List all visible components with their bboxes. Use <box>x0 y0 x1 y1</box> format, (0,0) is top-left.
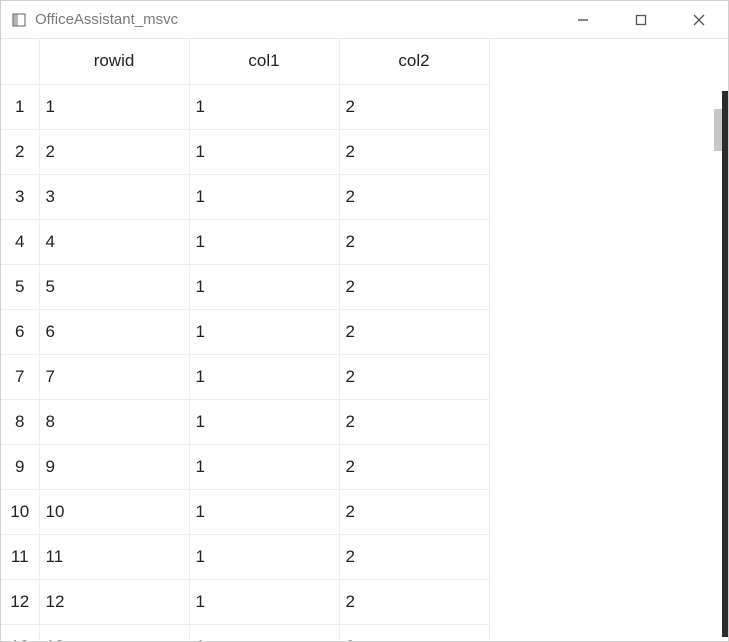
cell[interactable]: 1 <box>189 129 339 174</box>
cell[interactable]: 7 <box>39 354 189 399</box>
row-header[interactable]: 3 <box>1 174 39 219</box>
cell[interactable]: 2 <box>339 264 489 309</box>
row-header[interactable]: 6 <box>1 309 39 354</box>
cell[interactable]: 1 <box>189 174 339 219</box>
cell[interactable]: 1 <box>189 354 339 399</box>
table-row[interactable]: 2 2 1 2 <box>1 129 489 174</box>
cell[interactable]: 1 <box>189 534 339 579</box>
cell[interactable]: 1 <box>189 219 339 264</box>
minimize-button[interactable] <box>554 1 612 39</box>
cell[interactable]: 2 <box>339 624 489 641</box>
maximize-button[interactable] <box>612 1 670 39</box>
cell[interactable]: 2 <box>339 579 489 624</box>
cell[interactable]: 1 <box>189 579 339 624</box>
window-right-edge <box>722 91 728 637</box>
corner-cell <box>1 39 39 84</box>
app-icon <box>11 12 27 28</box>
window-title: OfficeAssistant_msvc <box>35 11 178 28</box>
cell[interactable]: 6 <box>39 309 189 354</box>
close-icon <box>693 14 705 26</box>
column-header[interactable]: col2 <box>339 39 489 84</box>
titlebar: OfficeAssistant_msvc <box>1 1 728 39</box>
column-header[interactable]: col1 <box>189 39 339 84</box>
cell[interactable]: 2 <box>339 534 489 579</box>
table-row[interactable]: 11 11 1 2 <box>1 534 489 579</box>
row-header[interactable]: 12 <box>1 579 39 624</box>
column-header[interactable]: rowid <box>39 39 189 84</box>
row-header[interactable]: 10 <box>1 489 39 534</box>
client-area: rowid col1 col2 1 1 1 2 2 2 1 <box>1 39 728 641</box>
cell[interactable]: 2 <box>339 489 489 534</box>
close-button[interactable] <box>670 1 728 39</box>
cell[interactable]: 2 <box>339 219 489 264</box>
cell[interactable]: 2 <box>339 309 489 354</box>
table-row[interactable]: 13 13 1 2 <box>1 624 489 641</box>
table-wrap: rowid col1 col2 1 1 1 2 2 2 1 <box>1 39 728 641</box>
column-header-row: rowid col1 col2 <box>1 39 489 84</box>
cell[interactable]: 2 <box>339 399 489 444</box>
row-header[interactable]: 13 <box>1 624 39 641</box>
table-row[interactable]: 5 5 1 2 <box>1 264 489 309</box>
row-header[interactable]: 7 <box>1 354 39 399</box>
cell[interactable]: 3 <box>39 174 189 219</box>
cell[interactable]: 11 <box>39 534 189 579</box>
cell[interactable]: 2 <box>339 84 489 129</box>
cell[interactable]: 2 <box>339 174 489 219</box>
row-header[interactable]: 4 <box>1 219 39 264</box>
cell[interactable]: 1 <box>189 399 339 444</box>
table-row[interactable]: 9 9 1 2 <box>1 444 489 489</box>
table-row[interactable]: 6 6 1 2 <box>1 309 489 354</box>
maximize-icon <box>635 14 647 26</box>
minimize-icon <box>577 14 589 26</box>
row-header[interactable]: 11 <box>1 534 39 579</box>
app-window: OfficeAssistant_msvc <box>0 0 729 642</box>
cell[interactable]: 1 <box>189 624 339 641</box>
cell[interactable]: 13 <box>39 624 189 641</box>
cell[interactable]: 9 <box>39 444 189 489</box>
cell[interactable]: 1 <box>189 444 339 489</box>
row-header[interactable]: 9 <box>1 444 39 489</box>
table-row[interactable]: 4 4 1 2 <box>1 219 489 264</box>
data-table[interactable]: rowid col1 col2 1 1 1 2 2 2 1 <box>1 39 490 641</box>
cell[interactable]: 10 <box>39 489 189 534</box>
table-row[interactable]: 1 1 1 2 <box>1 84 489 129</box>
cell[interactable]: 1 <box>189 309 339 354</box>
table-row[interactable]: 7 7 1 2 <box>1 354 489 399</box>
row-header[interactable]: 1 <box>1 84 39 129</box>
cell[interactable]: 2 <box>339 444 489 489</box>
table-row[interactable]: 12 12 1 2 <box>1 579 489 624</box>
table-row[interactable]: 8 8 1 2 <box>1 399 489 444</box>
table-row[interactable]: 3 3 1 2 <box>1 174 489 219</box>
row-header[interactable]: 5 <box>1 264 39 309</box>
row-header[interactable]: 2 <box>1 129 39 174</box>
cell[interactable]: 2 <box>39 129 189 174</box>
cell[interactable]: 1 <box>189 264 339 309</box>
cell[interactable]: 4 <box>39 219 189 264</box>
cell[interactable]: 2 <box>339 129 489 174</box>
cell[interactable]: 1 <box>189 84 339 129</box>
cell[interactable]: 12 <box>39 579 189 624</box>
cell[interactable]: 1 <box>39 84 189 129</box>
cell[interactable]: 8 <box>39 399 189 444</box>
table-row[interactable]: 10 10 1 2 <box>1 489 489 534</box>
cell[interactable]: 1 <box>189 489 339 534</box>
cell[interactable]: 5 <box>39 264 189 309</box>
cell[interactable]: 2 <box>339 354 489 399</box>
row-header[interactable]: 8 <box>1 399 39 444</box>
